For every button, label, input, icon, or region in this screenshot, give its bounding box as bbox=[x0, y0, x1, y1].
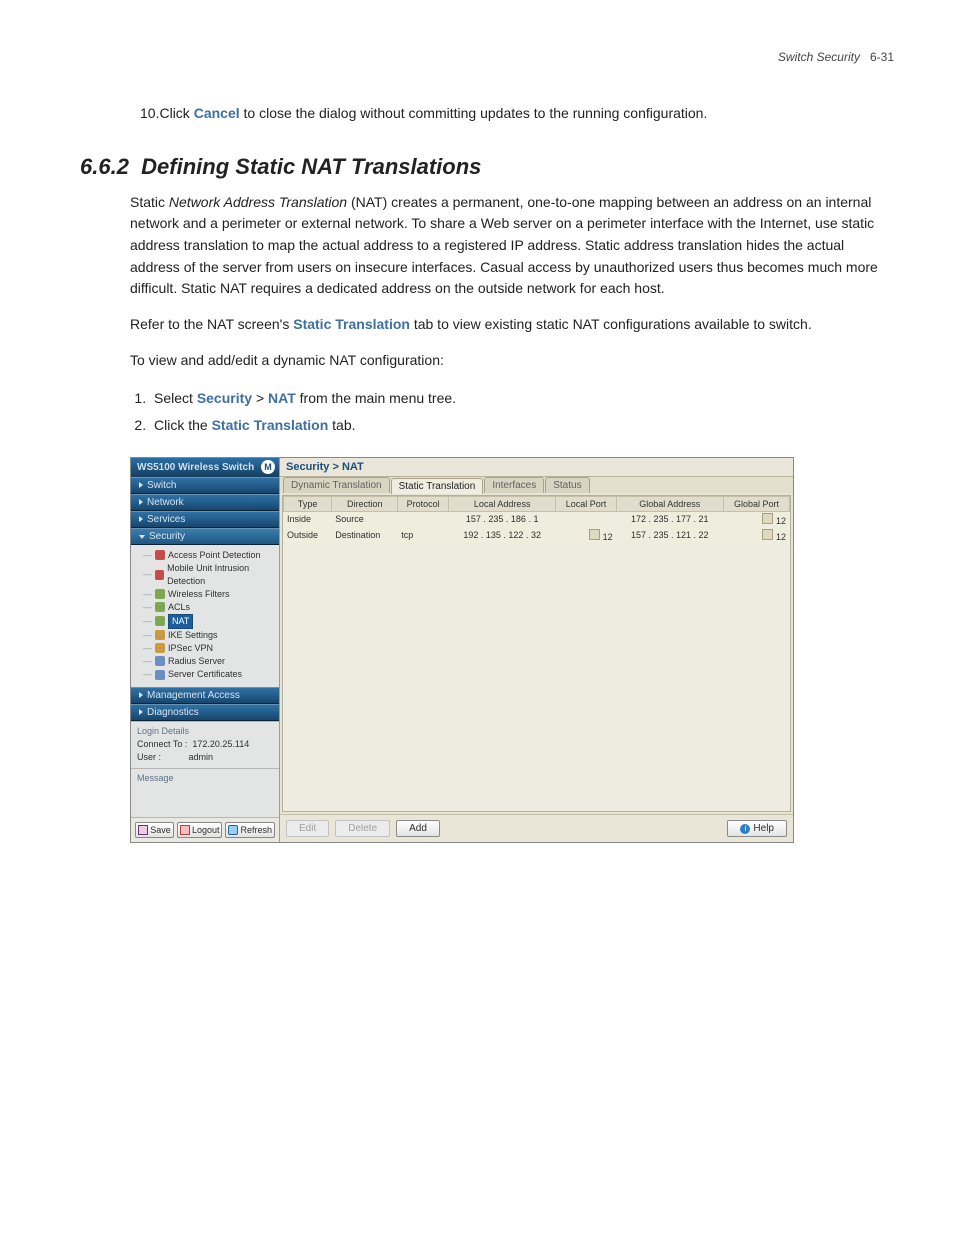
nav-section-services[interactable]: Services bbox=[131, 511, 279, 528]
nav-title: WS5100 Wireless Switch M bbox=[131, 458, 279, 477]
header-page: 6-31 bbox=[870, 50, 894, 64]
lock-icon bbox=[155, 630, 165, 640]
tree-item-radius[interactable]: —Radius Server bbox=[137, 655, 279, 668]
edit-icon bbox=[762, 529, 773, 540]
grid-empty-area bbox=[283, 544, 790, 811]
tab-status[interactable]: Status bbox=[545, 477, 589, 493]
section-heading: 6.6.2 Defining Static NAT Translations bbox=[80, 154, 894, 180]
refresh-button[interactable]: Refresh bbox=[225, 822, 275, 838]
chevron-right-icon bbox=[139, 482, 143, 488]
paragraph-2: Refer to the NAT screen's Static Transla… bbox=[130, 314, 894, 336]
table-row[interactable]: Inside Source 157 . 235 . 186 . 1 172 . … bbox=[284, 511, 790, 527]
nav-section-network[interactable]: Network bbox=[131, 494, 279, 511]
col-global-port[interactable]: Global Port bbox=[723, 496, 789, 511]
tree-item-apd[interactable]: —Access Point Detection bbox=[137, 549, 279, 562]
page-header: Switch Security 6-31 bbox=[80, 50, 894, 64]
chevron-right-icon bbox=[139, 499, 143, 505]
logout-button[interactable]: Logout bbox=[177, 822, 223, 838]
tree-item-acls[interactable]: —ACLs bbox=[137, 601, 279, 614]
lock-icon bbox=[155, 643, 165, 653]
nav-panel: WS5100 Wireless Switch M Switch Network … bbox=[131, 458, 280, 842]
breadcrumb: Security > NAT bbox=[280, 458, 793, 477]
pane-button-bar: Edit Delete Add iHelp bbox=[280, 814, 793, 842]
edit-button[interactable]: Edit bbox=[286, 820, 329, 837]
add-button[interactable]: Add bbox=[396, 820, 440, 837]
server-icon bbox=[155, 656, 165, 666]
col-global-address[interactable]: Global Address bbox=[616, 496, 723, 511]
cert-icon bbox=[155, 670, 165, 680]
tree-item-muid[interactable]: —Mobile Unit Intrusion Detection bbox=[137, 562, 279, 588]
paragraph-3: To view and add/edit a dynamic NAT confi… bbox=[130, 350, 894, 372]
tab-dynamic[interactable]: Dynamic Translation bbox=[283, 477, 390, 493]
chevron-down-icon bbox=[139, 535, 145, 539]
tree-item-filters[interactable]: —Wireless Filters bbox=[137, 588, 279, 601]
header-label: Switch Security bbox=[778, 50, 860, 64]
table-header-row: Type Direction Protocol Local Address Lo… bbox=[284, 496, 790, 511]
tree-item-ike[interactable]: —IKE Settings bbox=[137, 629, 279, 642]
nat-grid: Type Direction Protocol Local Address Lo… bbox=[282, 495, 791, 812]
col-type[interactable]: Type bbox=[284, 496, 332, 511]
chevron-right-icon bbox=[139, 709, 143, 715]
nav-section-management[interactable]: Management Access bbox=[131, 687, 279, 704]
connect-ip: 172.20.25.114 bbox=[192, 739, 249, 749]
nav-buttons: Save Logout Refresh bbox=[131, 817, 279, 842]
tree-item-vpn[interactable]: —IPSec VPN bbox=[137, 642, 279, 655]
tab-static[interactable]: Static Translation bbox=[391, 478, 484, 494]
step-1: Select Security > NAT from the main menu… bbox=[150, 385, 894, 412]
chevron-right-icon bbox=[139, 692, 143, 698]
tab-interfaces[interactable]: Interfaces bbox=[484, 477, 544, 493]
delete-button[interactable]: Delete bbox=[335, 820, 390, 837]
tree-item-nat[interactable]: —NAT bbox=[137, 614, 279, 629]
chevron-right-icon bbox=[139, 516, 143, 522]
nav-tree: —Access Point Detection —Mobile Unit Int… bbox=[131, 545, 279, 687]
nav-section-diagnostics[interactable]: Diagnostics bbox=[131, 704, 279, 721]
nat-icon bbox=[155, 616, 165, 626]
filter-icon bbox=[155, 589, 165, 599]
save-button[interactable]: Save bbox=[135, 822, 174, 838]
login-details: Login Details Connect To : 172.20.25.114… bbox=[131, 721, 279, 768]
detection-icon bbox=[155, 550, 165, 560]
nat-screenshot: WS5100 Wireless Switch M Switch Network … bbox=[130, 457, 794, 843]
col-direction[interactable]: Direction bbox=[332, 496, 398, 511]
message-box: Message bbox=[131, 768, 279, 817]
col-local-port[interactable]: Local Port bbox=[556, 496, 616, 511]
col-local-address[interactable]: Local Address bbox=[449, 496, 556, 511]
paragraph-1: Static Network Address Translation (NAT)… bbox=[130, 192, 894, 300]
logout-icon bbox=[180, 825, 190, 835]
cancel-label: Cancel bbox=[194, 105, 240, 121]
refresh-icon bbox=[228, 825, 238, 835]
col-protocol[interactable]: Protocol bbox=[398, 496, 449, 511]
step-list: Select Security > NAT from the main menu… bbox=[150, 385, 894, 438]
motorola-logo-icon: M bbox=[261, 460, 275, 474]
save-icon bbox=[138, 825, 148, 835]
detection-icon bbox=[155, 570, 164, 580]
acl-icon bbox=[155, 602, 165, 612]
content-pane: Security > NAT Dynamic Translation Stati… bbox=[280, 458, 793, 842]
tree-item-certs[interactable]: —Server Certificates bbox=[137, 668, 279, 681]
table-row[interactable]: Outside Destination tcp 192 . 135 . 122 … bbox=[284, 527, 790, 543]
step-2: Click the Static Translation tab. bbox=[150, 412, 894, 439]
help-button[interactable]: iHelp bbox=[727, 820, 787, 837]
edit-icon bbox=[762, 513, 773, 524]
info-icon: i bbox=[740, 824, 750, 834]
step-10: 10.Click Cancel to close the dialog with… bbox=[140, 104, 894, 124]
nav-section-switch[interactable]: Switch bbox=[131, 477, 279, 494]
tab-bar: Dynamic Translation Static Translation I… bbox=[280, 477, 793, 493]
nav-section-security[interactable]: Security bbox=[131, 528, 279, 545]
edit-icon bbox=[589, 529, 600, 540]
login-user: admin bbox=[189, 752, 214, 762]
